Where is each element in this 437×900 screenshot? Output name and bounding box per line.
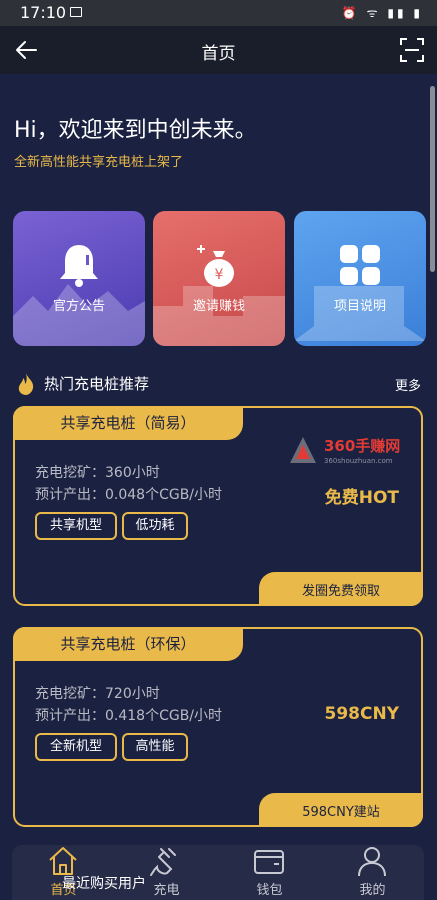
svg-text:¥: ¥ (215, 267, 224, 283)
watermark-url: 360shouzhuan.com (324, 457, 393, 465)
card-price: 598CNY (324, 704, 400, 724)
grid-icon (340, 245, 380, 285)
card-price: 免费HOT (324, 488, 399, 508)
product-card[interactable]: 共享充电桩（环保） 充电挖矿：720小时 预计产出：0.418个CGB/小时 5… (13, 627, 423, 827)
tile-project-info[interactable]: 项目说明 (294, 211, 426, 346)
plug-icon (150, 848, 176, 876)
top-nav-bar: 首页 (0, 26, 437, 74)
user-icon (358, 847, 386, 877)
expected-output: 预计产出：0.048个CGB/小时 (35, 487, 223, 503)
card-title: 共享充电桩（简易） (60, 414, 196, 432)
mining-hours: 充电挖矿：360小时 (35, 465, 160, 481)
promo-subtitle: 全新高性能共享充电桩上架了 (14, 155, 184, 170)
tile-invite-earn[interactable]: ¥ 邀请赚钱 (153, 211, 285, 346)
expected-output: 预计产出：0.418个CGB/小时 (35, 708, 223, 724)
card-title-tab: 共享充电桩（简易） (13, 406, 243, 440)
image-notification-icon (70, 7, 82, 17)
mining-hours: 充电挖矿：720小时 (35, 686, 160, 702)
tag: 共享机型 (35, 512, 117, 540)
tag: 高性能 (122, 733, 188, 761)
card-action-label: 发圈免费领取 (301, 584, 380, 599)
tile-label: 项目说明 (333, 299, 386, 314)
recent-buyers-ticker: 最近购买用户 (62, 876, 146, 892)
greeting-text: Hi，欢迎来到中创未来。 (14, 118, 257, 143)
tile-announcements[interactable]: 官方公告 (13, 211, 145, 346)
status-icons: ⏰ ᯤ ▮▮ ▮ (341, 6, 423, 20)
flame-icon (18, 373, 34, 395)
scan-icon[interactable] (399, 37, 425, 63)
tab-label: 钱包 (256, 883, 283, 898)
tab-profile[interactable]: 我的 (321, 845, 424, 900)
page-title: 首页 (201, 44, 236, 64)
money-bag-icon: ¥ (197, 245, 234, 287)
status-bar: 17:10 ⏰ ᯤ ▮▮ ▮ (0, 0, 437, 26)
tag: 全新机型 (35, 733, 117, 761)
scrollbar[interactable] (430, 86, 435, 272)
card-title: 共享充电桩（环保） (60, 635, 196, 653)
card-title-tab: 共享充电桩（环保） (13, 627, 243, 661)
tab-wallet[interactable]: 钱包 (218, 845, 321, 900)
watermark: 360手赚网 360shouzhuan.com (288, 435, 416, 469)
card-action-button[interactable]: 发圈免费领取 (259, 572, 423, 606)
more-link[interactable]: 更多 (395, 375, 421, 394)
tag: 低功耗 (122, 512, 188, 540)
tile-label: 官方公告 (52, 299, 105, 314)
tile-label: 邀请赚钱 (192, 299, 245, 314)
wallet-icon (254, 850, 284, 874)
card-action-label: 598CNY建站 (302, 805, 380, 820)
bell-icon (60, 245, 98, 287)
watermark-title: 360手赚网 (324, 437, 401, 455)
status-time: 17:10 (20, 3, 67, 22)
tab-label: 我的 (359, 883, 386, 898)
card-action-button[interactable]: 598CNY建站 (259, 793, 423, 827)
watermark-logo-icon (290, 437, 316, 463)
section-title: 热门充电桩推荐 (44, 375, 150, 393)
